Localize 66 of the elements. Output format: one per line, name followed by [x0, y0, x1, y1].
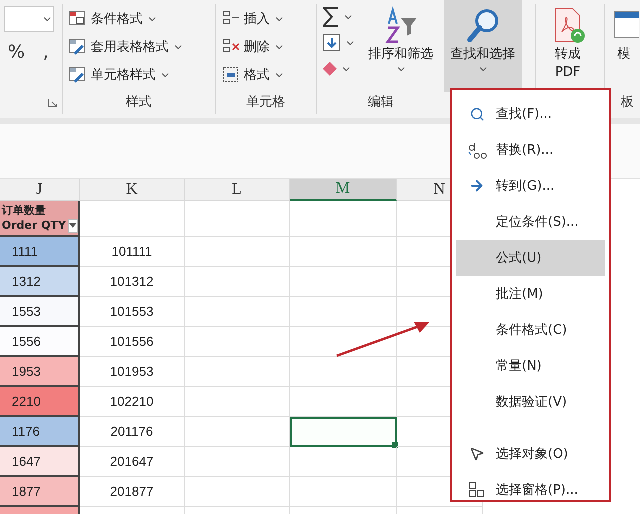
menu-item[interactable]: 批注(M) — [456, 276, 605, 312]
table-format-icon — [69, 10, 87, 28]
filter-button[interactable] — [68, 218, 78, 232]
table-cell: 201647 — [80, 447, 185, 477]
group-label: 板 — [621, 94, 634, 112]
number-format-field[interactable] — [4, 6, 54, 32]
search-icon — [470, 106, 484, 122]
table-cell[interactable] — [290, 417, 397, 447]
column-title: 订单数量 — [2, 203, 47, 218]
ribbon-command[interactable]: 格式 — [220, 64, 287, 86]
column-header[interactable]: M — [290, 179, 397, 201]
menu-item[interactable]: 定位条件(S)... — [456, 204, 605, 240]
menu-item[interactable]: 替换(R)... — [456, 132, 605, 168]
replace-icon — [466, 140, 488, 160]
table-cell: 1111 — [0, 237, 80, 267]
table-cell: 101953 — [80, 357, 185, 387]
number-format-symbol[interactable]: , — [43, 42, 49, 63]
table-cell: 1553 — [0, 297, 80, 327]
menu-item[interactable]: 数据验证(V) — [456, 384, 605, 420]
ribbon-command[interactable]: 套用表格格式 — [67, 36, 186, 58]
ribbon-button[interactable]: 排序和筛选 — [362, 0, 440, 92]
selection-pane-icon — [468, 481, 486, 499]
column-title: Order QTY — [2, 218, 66, 233]
format-cells-icon — [222, 66, 240, 84]
menu-item[interactable]: 选择对象(O) — [456, 436, 605, 472]
group-label: 单元格 — [246, 95, 286, 110]
dialog-launcher-icon[interactable] — [48, 98, 58, 108]
ribbon-command[interactable]: 条件格式 — [67, 8, 186, 30]
ribbon-command[interactable]: 删除 — [220, 36, 287, 58]
menu-item[interactable]: 常量(N) — [456, 348, 605, 384]
menu-item[interactable]: 查找(F)... — [456, 96, 605, 132]
table-cell: 1556 — [0, 327, 80, 357]
column-header[interactable]: L — [185, 179, 290, 201]
fill-down-icon — [323, 34, 341, 52]
number-format-symbol[interactable]: % — [8, 42, 26, 63]
table-cell: 201877 — [80, 477, 185, 507]
table-cell: 201176 — [80, 417, 185, 447]
menu-item[interactable]: 条件格式(C) — [456, 312, 605, 348]
table-cell: 1312 — [0, 267, 80, 297]
pointer-icon — [469, 446, 485, 462]
table-cell: 101553 — [80, 297, 185, 327]
group-label: 编辑 — [368, 95, 394, 110]
table-cell: 1176 — [0, 417, 80, 447]
menu-item[interactable]: 选择窗格(P)... — [456, 472, 605, 508]
table-cell: 101556 — [80, 327, 185, 357]
table-cell: 101312 — [80, 267, 185, 297]
ribbon-command[interactable]: 插入 — [220, 8, 287, 30]
menu-item[interactable]: 公式(U) — [456, 240, 605, 276]
sigma-icon — [323, 7, 339, 27]
table-cell: 1647 — [0, 447, 80, 477]
group-label: 样式 — [126, 95, 152, 110]
column-header[interactable]: K — [80, 179, 185, 201]
table-cell: 1953 — [0, 357, 80, 387]
table-format-icon — [69, 66, 87, 84]
ribbon-button[interactable]: 模 — [609, 0, 639, 92]
table-cell: 101111 — [80, 237, 185, 267]
table-cell: 2210 — [0, 387, 80, 417]
ribbon-button[interactable]: 查找和选择 — [444, 0, 522, 92]
arrow-right-icon — [469, 178, 485, 194]
table-cell: 102210 — [80, 387, 185, 417]
fill-handle[interactable] — [392, 442, 398, 448]
eraser-icon — [323, 62, 337, 76]
table-format-icon — [69, 38, 87, 56]
ribbon-command[interactable]: 单元格样式 — [67, 64, 186, 86]
table-cell: 1877 — [0, 477, 80, 507]
column-header[interactable]: J — [0, 179, 80, 201]
